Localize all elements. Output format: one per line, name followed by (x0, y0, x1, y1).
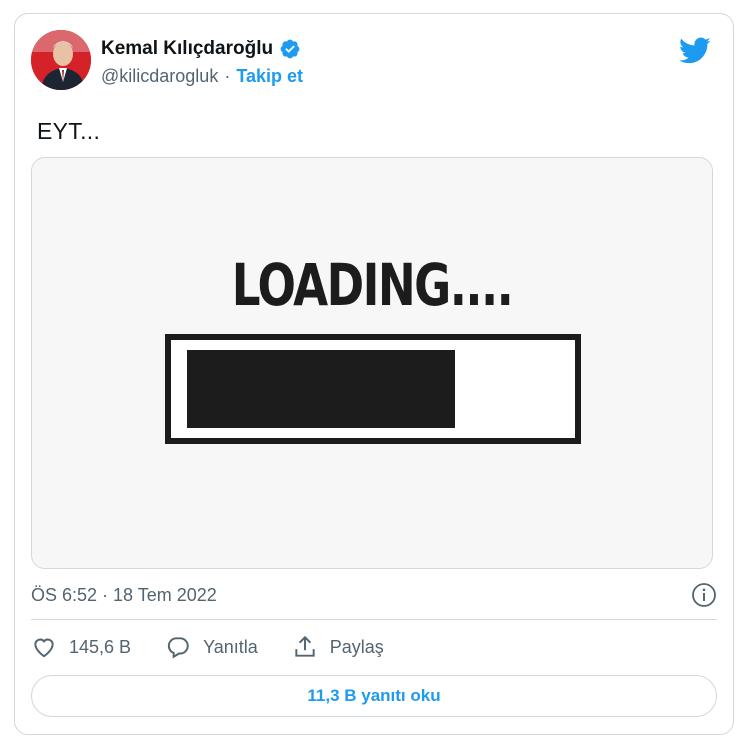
heart-icon (34, 638, 54, 658)
avatar[interactable] (31, 30, 91, 90)
loading-text: LOADING.... (231, 251, 514, 319)
reply-label: Yanıtla (203, 636, 258, 657)
info-icon[interactable] (691, 582, 717, 608)
follow-button[interactable]: Takip et (236, 66, 303, 87)
author-name-row[interactable]: Kemal Kılıçdaroğlu (101, 38, 301, 60)
handle-row: @kilicdarogluk · Takip et (101, 66, 303, 87)
share-icon (295, 635, 315, 657)
handle[interactable]: @kilicdarogluk (101, 66, 218, 87)
progress-fill (187, 350, 455, 428)
action-bar: 145,6 B Yanıtla Paylaş (31, 634, 384, 660)
timestamp[interactable]: ÖS 6:52 · 18 Tem 2022 (31, 585, 217, 606)
reply-bubble-icon (167, 637, 189, 659)
separator: · (224, 66, 231, 86)
read-replies-button[interactable]: 11,3 B yanıtı oku (31, 675, 717, 717)
share-label: Paylaş (329, 636, 384, 657)
like-button[interactable]: 145,6 B (31, 634, 131, 660)
twitter-logo-icon[interactable] (679, 36, 711, 64)
progress-bar (165, 334, 581, 444)
tweet-meta: ÖS 6:52 · 18 Tem 2022 (31, 582, 717, 608)
display-name[interactable]: Kemal Kılıçdaroğlu (101, 38, 273, 60)
share-button[interactable]: Paylaş (292, 634, 384, 660)
tweet-text: EYT... (37, 118, 101, 144)
divider (31, 619, 717, 620)
tweet-media-image[interactable]: LOADING.... (31, 157, 713, 569)
reply-button[interactable]: Yanıtla (165, 634, 258, 660)
like-count: 145,6 B (69, 636, 132, 657)
verified-badge-icon (280, 39, 300, 59)
tweet-card: Kemal Kılıçdaroğlu @kilicdarogluk · Taki… (14, 13, 734, 735)
